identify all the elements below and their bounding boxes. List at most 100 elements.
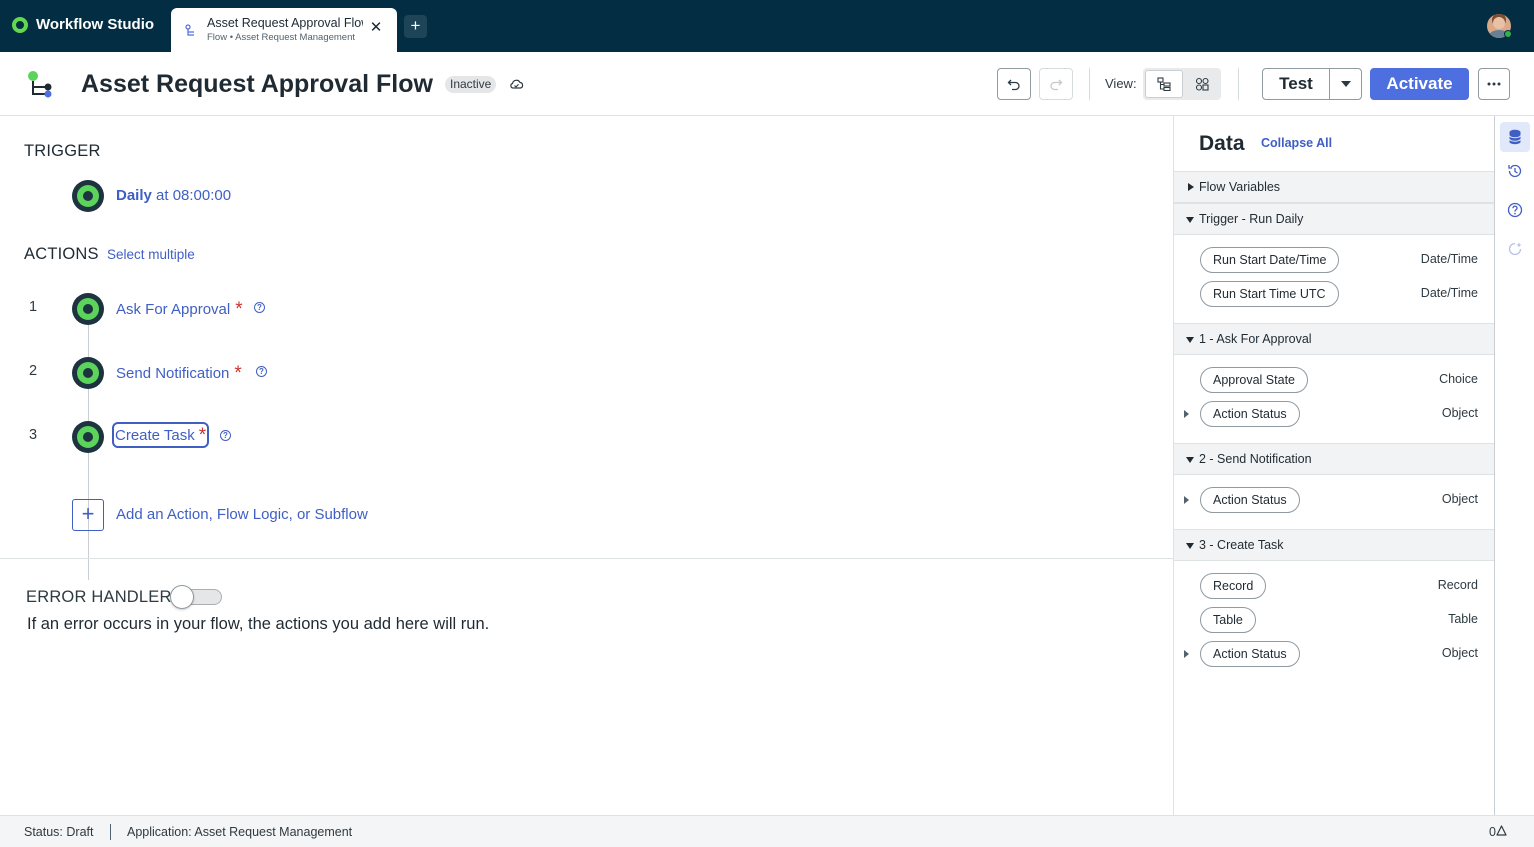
step-number: 1 bbox=[29, 299, 38, 315]
action-send-notification[interactable]: Send Notification * bbox=[116, 362, 242, 384]
action-ask-for-approval[interactable]: Ask For Approval * bbox=[116, 298, 243, 320]
action-label: Ask For Approval bbox=[116, 301, 231, 318]
data-pill[interactable]: Action Status bbox=[1200, 641, 1300, 667]
top-app-bar: Workflow Studio Asset Request Approval F… bbox=[0, 0, 1534, 52]
data-pill-type: Record bbox=[1437, 578, 1478, 592]
collapse-all-link[interactable]: Collapse All bbox=[1261, 136, 1332, 150]
app-brand[interactable]: Workflow Studio bbox=[12, 16, 154, 33]
caret-down-icon bbox=[1186, 217, 1194, 223]
actions-section-label: ACTIONS bbox=[24, 245, 99, 263]
data-pill-type: Object bbox=[1441, 406, 1478, 420]
caret-down-icon bbox=[1186, 457, 1194, 463]
data-pill[interactable]: Table bbox=[1200, 607, 1256, 633]
data-pill[interactable]: Action Status bbox=[1200, 487, 1300, 513]
tree-list-icon bbox=[1157, 77, 1171, 91]
activate-button[interactable]: Activate bbox=[1370, 68, 1469, 100]
cloud-sync-icon[interactable] bbox=[509, 78, 524, 90]
toggle-knob bbox=[170, 585, 194, 609]
data-panel-button[interactable] bbox=[1500, 122, 1530, 152]
action-node-icon[interactable] bbox=[72, 357, 104, 389]
trigger-node-icon[interactable] bbox=[72, 180, 104, 212]
online-status-icon bbox=[1504, 30, 1512, 38]
diagram-view-button[interactable] bbox=[1183, 70, 1221, 98]
header-divider bbox=[1238, 68, 1239, 100]
redo-icon bbox=[1050, 79, 1063, 91]
list-view-button[interactable] bbox=[1145, 70, 1183, 98]
flow-header: Asset Request Approval Flow Inactive Vie… bbox=[0, 52, 1534, 116]
view-toggle bbox=[1143, 68, 1221, 100]
status-bar: Status: Draft Application: Asset Request… bbox=[0, 815, 1534, 847]
diagram-icon bbox=[1195, 77, 1209, 91]
view-label: View: bbox=[1105, 76, 1137, 91]
chevron-down-icon bbox=[1340, 81, 1351, 87]
tab-title: Asset Request Approval Flow bbox=[207, 16, 363, 30]
error-handler-toggle[interactable] bbox=[170, 585, 222, 609]
status-draft: Status: Draft bbox=[24, 825, 94, 839]
step-number: 2 bbox=[29, 363, 38, 379]
data-pill-type: Date/Time bbox=[1420, 252, 1478, 266]
help-icon[interactable]: ? bbox=[220, 430, 231, 441]
data-group-label: Trigger - Run Daily bbox=[1199, 212, 1304, 226]
data-group-flow-variables[interactable]: Flow Variables bbox=[1174, 171, 1494, 203]
data-group-ask-for-approval[interactable]: 1 - Ask For Approval bbox=[1174, 323, 1494, 355]
help-icon[interactable]: ? bbox=[254, 302, 265, 313]
notifications-button[interactable]: 0 bbox=[1489, 825, 1507, 839]
status-application: Application: Asset Request Management bbox=[127, 825, 353, 839]
data-group-label: 1 - Ask For Approval bbox=[1199, 332, 1312, 346]
test-options-button[interactable] bbox=[1329, 68, 1362, 100]
data-pill[interactable]: Run Start Time UTC bbox=[1200, 281, 1339, 307]
expand-row-icon[interactable] bbox=[1184, 410, 1189, 418]
bell-icon bbox=[1496, 825, 1507, 836]
app-name: Workflow Studio bbox=[36, 16, 155, 33]
more-icon bbox=[1487, 82, 1501, 86]
data-pill[interactable]: Run Start Date/Time bbox=[1200, 247, 1340, 273]
add-action-plus-icon[interactable]: + bbox=[72, 499, 104, 531]
data-pill[interactable]: Action Status bbox=[1200, 401, 1300, 427]
action-node-icon[interactable] bbox=[72, 421, 104, 453]
data-pill-type: Object bbox=[1441, 646, 1478, 660]
trigger-schedule-link[interactable]: Daily at 08:00:00 bbox=[116, 187, 231, 204]
expand-row-icon[interactable] bbox=[1184, 496, 1189, 504]
tab-subtitle: Flow • Asset Request Management bbox=[207, 32, 356, 43]
right-icon-rail bbox=[1494, 116, 1534, 815]
data-group-send-notification[interactable]: 2 - Send Notification bbox=[1174, 443, 1494, 475]
add-action-link[interactable]: Add an Action, Flow Logic, or Subflow bbox=[116, 506, 368, 523]
more-options-button[interactable] bbox=[1478, 68, 1510, 100]
action-create-task[interactable]: Create Task * bbox=[111, 422, 210, 448]
select-multiple-link[interactable]: Select multiple bbox=[107, 247, 195, 262]
notification-count: 0 bbox=[1489, 825, 1496, 839]
caret-right-icon bbox=[1188, 183, 1194, 191]
data-panel: Data Collapse All Flow Variables Trigger… bbox=[1173, 116, 1494, 815]
trigger-time: at 08:00:00 bbox=[151, 187, 232, 204]
header-divider bbox=[1089, 68, 1090, 100]
data-group-trigger[interactable]: Trigger - Run Daily bbox=[1174, 203, 1494, 235]
data-group-label: Flow Variables bbox=[1199, 180, 1281, 194]
assist-button[interactable] bbox=[1500, 234, 1530, 264]
help-panel-button[interactable] bbox=[1500, 195, 1530, 225]
data-panel-title: Data bbox=[1199, 132, 1245, 155]
tab-flow[interactable]: Asset Request Approval Flow Flow • Asset… bbox=[171, 8, 397, 52]
data-group-label: 3 - Create Task bbox=[1199, 538, 1284, 552]
help-icon[interactable]: ? bbox=[256, 366, 267, 377]
test-button[interactable]: Test bbox=[1262, 68, 1330, 100]
redo-button[interactable] bbox=[1039, 68, 1073, 100]
data-group-create-task[interactable]: 3 - Create Task bbox=[1174, 529, 1494, 561]
error-handler-label: ERROR HANDLER bbox=[26, 588, 172, 606]
history-button[interactable] bbox=[1500, 156, 1530, 186]
flow-canvas: TRIGGER Daily at 08:00:00 ACTIONS Select… bbox=[0, 116, 1173, 815]
history-icon bbox=[1508, 164, 1522, 178]
trigger-section-label: TRIGGER bbox=[24, 142, 101, 160]
action-label: Send Notification bbox=[116, 365, 230, 382]
app-logo-icon bbox=[12, 16, 28, 33]
page-title: Asset Request Approval Flow bbox=[81, 70, 433, 98]
new-tab-button[interactable]: + bbox=[404, 15, 427, 38]
expand-row-icon[interactable] bbox=[1184, 650, 1189, 658]
undo-icon bbox=[1007, 79, 1020, 91]
undo-button[interactable] bbox=[997, 68, 1031, 100]
action-node-icon[interactable] bbox=[72, 293, 104, 325]
close-tab-icon[interactable]: ✕ bbox=[369, 20, 383, 35]
data-pill[interactable]: Record bbox=[1200, 573, 1267, 599]
trigger-frequency: Daily bbox=[116, 187, 152, 204]
data-pill[interactable]: Approval State bbox=[1200, 367, 1308, 393]
required-icon: * bbox=[198, 425, 207, 446]
